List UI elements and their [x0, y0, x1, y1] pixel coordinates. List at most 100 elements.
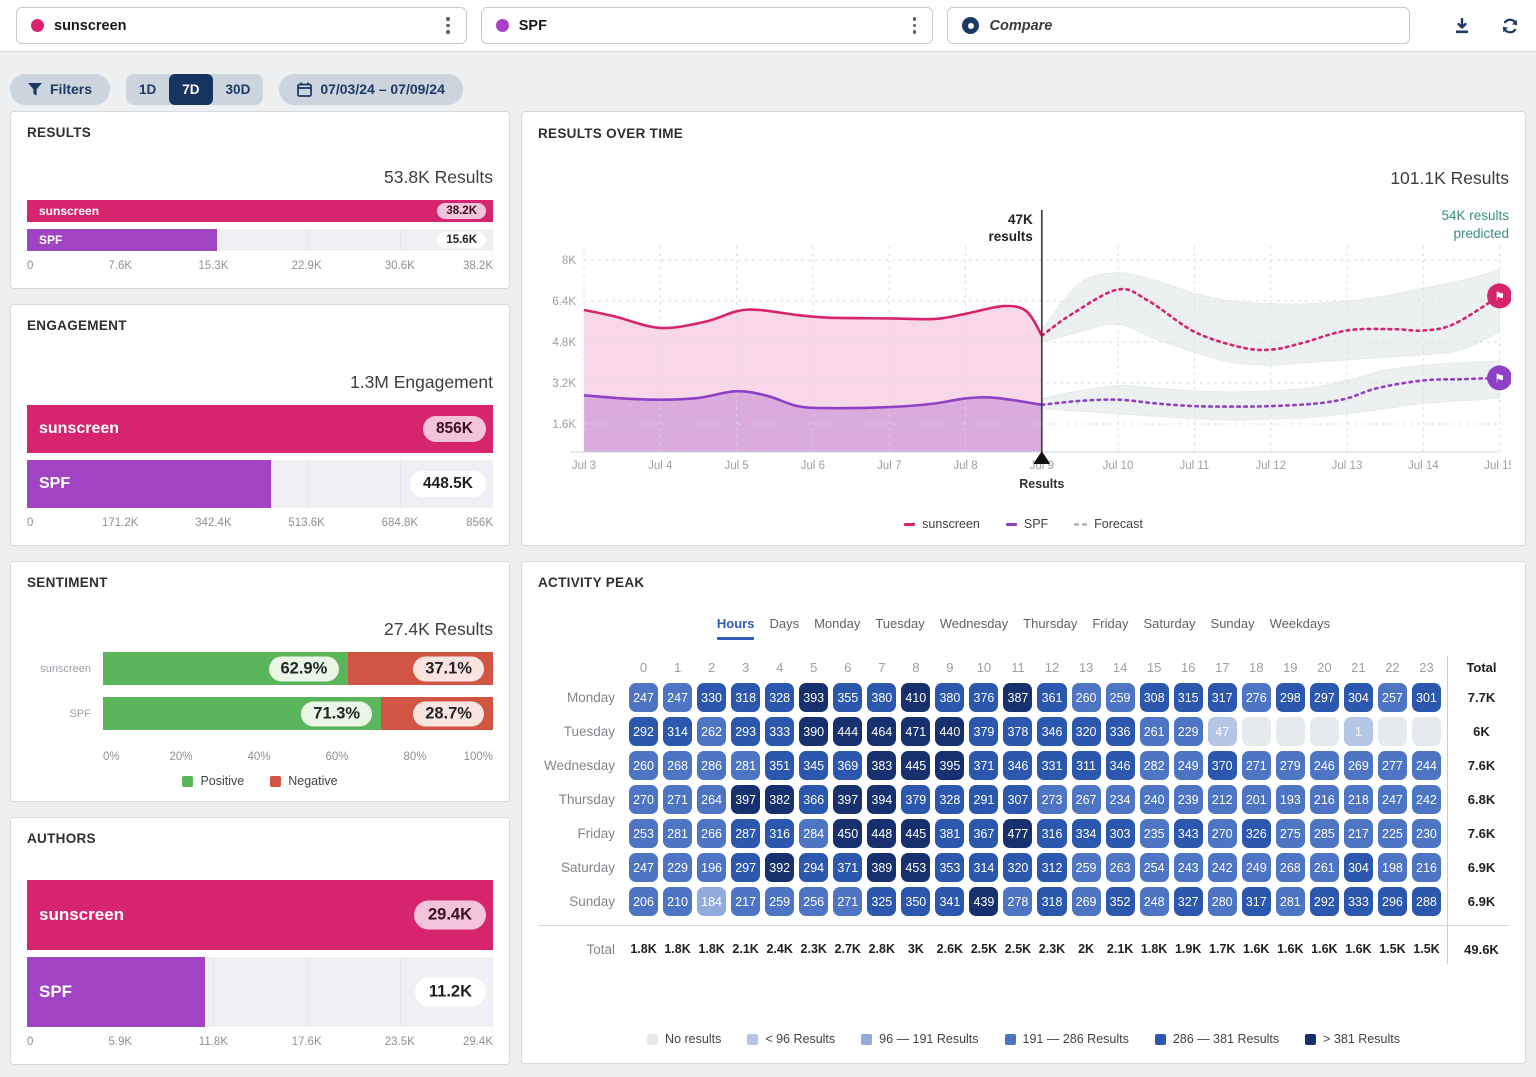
- heat-cell[interactable]: 346: [1037, 717, 1066, 746]
- refresh-icon[interactable]: [1500, 16, 1520, 36]
- heat-cell[interactable]: [1310, 717, 1339, 746]
- heat-cell[interactable]: 235: [1140, 819, 1169, 848]
- heat-cell[interactable]: 267: [1072, 785, 1101, 814]
- heat-cell[interactable]: 410: [901, 683, 930, 712]
- heat-cell[interactable]: 325: [867, 887, 896, 916]
- heat-cell[interactable]: 366: [799, 785, 828, 814]
- heat-cell[interactable]: 367: [969, 819, 998, 848]
- heat-cell[interactable]: 279: [1276, 751, 1305, 780]
- heat-cell[interactable]: 281: [731, 751, 760, 780]
- heat-cell[interactable]: 312: [1037, 853, 1066, 882]
- heat-cell[interactable]: 229: [1174, 717, 1203, 746]
- heat-cell[interactable]: 263: [1106, 853, 1135, 882]
- heat-cell[interactable]: 287: [731, 819, 760, 848]
- heat-cell[interactable]: 378: [1003, 717, 1032, 746]
- heat-cell[interactable]: 352: [1106, 887, 1135, 916]
- heat-cell[interactable]: 282: [1140, 751, 1169, 780]
- heat-cell[interactable]: 326: [1242, 819, 1271, 848]
- heat-cell[interactable]: 225: [1378, 819, 1407, 848]
- negative-segment[interactable]: 37.1%: [348, 652, 493, 685]
- heat-cell[interactable]: 353: [935, 853, 964, 882]
- heat-cell[interactable]: 291: [969, 785, 998, 814]
- range-button-30d[interactable]: 30D: [213, 74, 264, 105]
- heat-cell[interactable]: 47: [1208, 717, 1237, 746]
- query-input-spf[interactable]: SPF: [481, 7, 934, 44]
- heat-cell[interactable]: 284: [799, 819, 828, 848]
- heat-cell[interactable]: 345: [799, 751, 828, 780]
- heat-cell[interactable]: 269: [1072, 887, 1101, 916]
- heat-cell[interactable]: 328: [765, 683, 794, 712]
- heat-cell[interactable]: 253: [629, 819, 658, 848]
- heat-cell[interactable]: 361: [1037, 683, 1066, 712]
- heat-cell[interactable]: 281: [1276, 887, 1305, 916]
- heat-cell[interactable]: 269: [1344, 751, 1373, 780]
- heat-cell[interactable]: 264: [697, 785, 726, 814]
- heat-cell[interactable]: 243: [1174, 853, 1203, 882]
- heat-cell[interactable]: 198: [1378, 853, 1407, 882]
- heat-cell[interactable]: 320: [1003, 853, 1032, 882]
- heat-cell[interactable]: 380: [935, 683, 964, 712]
- heat-cell[interactable]: 471: [901, 717, 930, 746]
- heat-cell[interactable]: 453: [901, 853, 930, 882]
- heat-cell[interactable]: 355: [833, 683, 862, 712]
- positive-segment[interactable]: 71.3%: [103, 697, 381, 730]
- heat-cell[interactable]: 217: [731, 887, 760, 916]
- heat-cell[interactable]: 445: [901, 751, 930, 780]
- heat-cell[interactable]: 343: [1174, 819, 1203, 848]
- heat-cell[interactable]: 288: [1412, 887, 1441, 916]
- heat-cell[interactable]: 318: [731, 683, 760, 712]
- heat-cell[interactable]: 316: [1037, 819, 1066, 848]
- heat-cell[interactable]: 331: [1037, 751, 1066, 780]
- heat-cell[interactable]: 285: [1310, 819, 1339, 848]
- heat-cell[interactable]: 268: [1276, 853, 1305, 882]
- heat-cell[interactable]: 330: [697, 683, 726, 712]
- heat-cell[interactable]: 247: [663, 683, 692, 712]
- heat-cell[interactable]: 371: [969, 751, 998, 780]
- heat-cell[interactable]: 212: [1208, 785, 1237, 814]
- heat-cell[interactable]: 254: [1140, 853, 1169, 882]
- heat-cell[interactable]: 259: [765, 887, 794, 916]
- download-icon[interactable]: [1452, 16, 1472, 36]
- heat-cell[interactable]: 216: [1412, 853, 1441, 882]
- heat-cell[interactable]: 294: [799, 853, 828, 882]
- heat-cell[interactable]: 256: [799, 887, 828, 916]
- heat-cell[interactable]: 247: [629, 853, 658, 882]
- heat-cell[interactable]: 293: [731, 717, 760, 746]
- kebab-menu-icon[interactable]: [440, 13, 456, 38]
- heat-cell[interactable]: 382: [765, 785, 794, 814]
- heat-cell[interactable]: [1276, 717, 1305, 746]
- tab-sunday[interactable]: Sunday: [1211, 616, 1255, 640]
- heat-cell[interactable]: 297: [1310, 683, 1339, 712]
- heat-cell[interactable]: 314: [663, 717, 692, 746]
- heat-cell[interactable]: 281: [663, 819, 692, 848]
- heat-cell[interactable]: 303: [1106, 819, 1135, 848]
- heat-cell[interactable]: 397: [731, 785, 760, 814]
- heat-cell[interactable]: 201: [1242, 785, 1271, 814]
- heat-cell[interactable]: 387: [1003, 683, 1032, 712]
- heat-cell[interactable]: 249: [1242, 853, 1271, 882]
- heat-cell[interactable]: 193: [1276, 785, 1305, 814]
- heat-cell[interactable]: 318: [1037, 887, 1066, 916]
- heat-cell[interactable]: 246: [1310, 751, 1339, 780]
- heat-cell[interactable]: 184: [697, 887, 726, 916]
- heat-cell[interactable]: 244: [1412, 751, 1441, 780]
- heat-cell[interactable]: 297: [731, 853, 760, 882]
- heat-cell[interactable]: 445: [901, 819, 930, 848]
- heat-cell[interactable]: 273: [1037, 785, 1066, 814]
- heat-cell[interactable]: 311: [1072, 751, 1101, 780]
- heat-cell[interactable]: 390: [799, 717, 828, 746]
- tab-thursday[interactable]: Thursday: [1023, 616, 1077, 640]
- query-input-sunscreen[interactable]: sunscreen: [16, 7, 467, 44]
- heat-cell[interactable]: 304: [1344, 683, 1373, 712]
- heat-cell[interactable]: 216: [1310, 785, 1339, 814]
- tab-wednesday[interactable]: Wednesday: [940, 616, 1008, 640]
- heat-cell[interactable]: 242: [1208, 853, 1237, 882]
- heat-cell[interactable]: 369: [833, 751, 862, 780]
- heat-cell[interactable]: 439: [969, 887, 998, 916]
- heat-cell[interactable]: 210: [663, 887, 692, 916]
- heat-cell[interactable]: 351: [765, 751, 794, 780]
- heat-cell[interactable]: 333: [765, 717, 794, 746]
- heat-cell[interactable]: 301: [1412, 683, 1441, 712]
- heat-cell[interactable]: 395: [935, 751, 964, 780]
- heat-cell[interactable]: 464: [867, 717, 896, 746]
